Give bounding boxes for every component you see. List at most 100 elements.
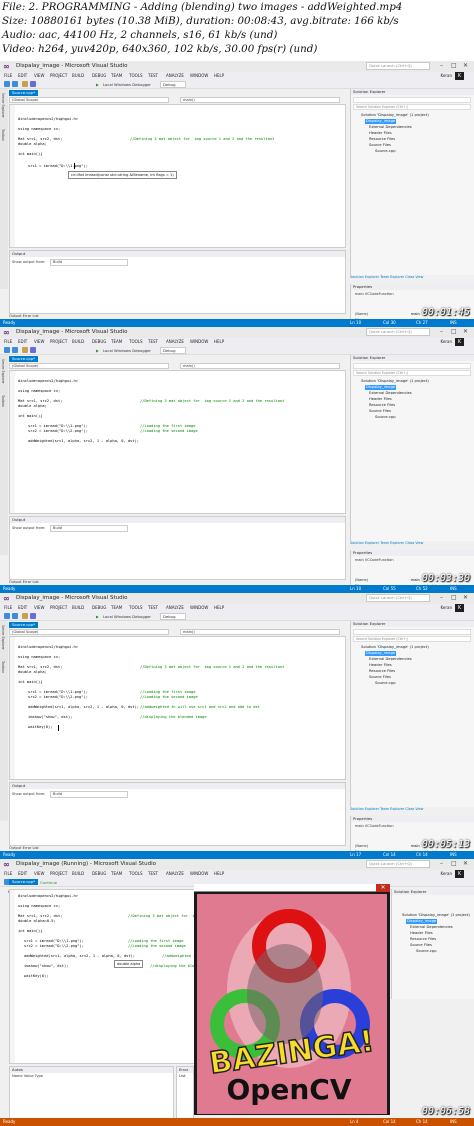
menu-team[interactable]: TEAM [111,871,122,877]
menu-view[interactable]: VIEW [34,605,44,611]
menu-test[interactable]: TEST [148,339,158,345]
tree-item[interactable]: Source Files [369,675,391,680]
se-tabs[interactable]: Solution Explorer Team Explorer Class Vi… [350,807,423,811]
se-search-input[interactable]: Search Solution Explorer (Ctrl+;) [353,370,471,376]
quick-launch-input[interactable]: Quick Launch (Ctrl+Q) [366,328,430,336]
menu-view[interactable]: VIEW [34,339,44,345]
menu-test[interactable]: TEST [148,871,158,877]
menu-test[interactable]: TEST [148,605,158,611]
open-file-icon[interactable] [22,347,28,353]
tree-item[interactable]: External Dependencies [369,125,412,130]
menu-team[interactable]: TEAM [111,73,122,79]
quick-launch-input[interactable]: Quick Launch (Ctrl+Q) [366,594,430,602]
menu-edit[interactable]: EDIT [18,339,27,345]
tree-item[interactable]: Header Files [369,663,392,668]
config-dropdown[interactable]: Debug [160,347,186,354]
nav-back-icon[interactable] [4,613,10,619]
se-toolbar[interactable] [353,629,471,635]
member-dropdown[interactable]: main() [180,97,340,103]
minimize-button[interactable]: – [440,594,443,602]
save-icon[interactable] [30,81,36,87]
menu-edit[interactable]: EDIT [18,73,27,79]
tab-toolbox[interactable]: Toolbox [1,395,5,407]
close-button[interactable]: ✕ [376,884,390,892]
close-button[interactable]: ✕ [463,328,468,336]
menu-build[interactable]: BUILD [72,73,84,79]
continue-button[interactable]: Continue [40,879,57,886]
output-panel[interactable]: Output Show output from: Build [9,250,346,314]
menu-project[interactable]: PROJECT [50,339,67,345]
tab-server-explorer[interactable]: Server Explorer [1,359,5,384]
menu-tools[interactable]: TOOLS [129,73,143,79]
solution-explorer[interactable]: Solution Explorer Search Solution Explor… [350,621,474,807]
maximize-button[interactable]: □ [451,860,457,868]
solution-explorer[interactable]: Solution Explorer Solution 'Dispalay_ima… [391,889,474,999]
menu-tools[interactable]: TOOLS [129,339,143,345]
member-dropdown[interactable]: main() [180,629,340,635]
tab-source-cpp[interactable]: Source.cpp* [9,622,39,628]
solution-explorer[interactable]: Solution Explorer Search Solution Explor… [350,89,474,275]
tab-toolbox[interactable]: Toolbox [1,661,5,673]
menu-debug[interactable]: DEBUG [92,339,106,345]
scope-dropdown[interactable]: (Global Scope) [9,363,169,369]
output-panel[interactable]: Output Show output from: Build [9,782,346,846]
menu-test[interactable]: TEST [148,73,158,79]
tree-item[interactable]: Header Files [369,131,392,136]
avatar[interactable]: K [455,72,464,80]
menu-edit[interactable]: EDIT [18,605,27,611]
menu-help[interactable]: HELP [214,339,224,345]
tree-item[interactable]: External Dependencies [369,391,412,396]
menu-analyze[interactable]: ANALYZE [166,871,184,877]
avatar[interactable]: K [455,870,464,878]
menu-file[interactable]: FILE [4,73,12,79]
open-file-icon[interactable] [22,81,28,87]
image-window-titlebar[interactable]: ✕ [194,884,390,892]
tree-item[interactable]: External Dependencies [369,657,412,662]
tree-item[interactable]: Resource Files [369,669,395,674]
menu-debug[interactable]: DEBUG [92,605,106,611]
maximize-button[interactable]: □ [451,328,457,336]
minimize-button[interactable]: – [440,860,443,868]
nav-back-icon[interactable] [4,347,10,353]
tree-item[interactable]: Source Files [369,409,391,414]
menu-build[interactable]: BUILD [72,871,84,877]
menu-build[interactable]: BUILD [72,605,84,611]
tree-item[interactable]: Dispalay_image [406,919,438,924]
nav-forward-icon[interactable] [12,81,18,87]
menu-tools[interactable]: TOOLS [129,605,143,611]
avatar[interactable]: K [455,604,464,612]
tree-item[interactable]: Resource Files [369,137,395,142]
start-debug-button[interactable]: ▶ [96,347,99,354]
output-source-select[interactable]: Build [50,791,128,798]
avatar[interactable]: K [455,338,464,346]
maximize-button[interactable]: □ [451,62,457,70]
menu-team[interactable]: TEAM [111,339,122,345]
output-source-select[interactable]: Build [50,525,128,532]
menu-help[interactable]: HELP [214,605,224,611]
user-name[interactable]: Keran [440,339,452,344]
menu-debug[interactable]: DEBUG [92,73,106,79]
tree-item[interactable]: Source.cpp [375,149,396,154]
tree-item[interactable]: Resource Files [369,403,395,408]
save-icon[interactable] [30,613,36,619]
code-editor[interactable]: #include<opencv2/highgui.h> using namespa… [9,104,346,248]
menu-debug[interactable]: DEBUG [92,871,106,877]
menu-help[interactable]: HELP [214,871,224,877]
autos-panel[interactable]: Autos Name Value Type [9,1066,174,1126]
close-button[interactable]: ✕ [463,594,468,602]
tree-item[interactable]: Dispalay_image [365,651,397,656]
menu-project[interactable]: PROJECT [50,73,67,79]
se-search-input[interactable]: Search Solution Explorer (Ctrl+;) [353,636,471,642]
scope-dropdown[interactable]: (Global Scope) [9,97,169,103]
scope-dropdown[interactable]: (Global Scope) [9,629,169,635]
maximize-button[interactable]: □ [451,594,457,602]
se-tabs[interactable]: Solution Explorer Team Explorer Class Vi… [350,541,423,545]
tree-item[interactable]: Source.cpp [375,415,396,420]
user-name[interactable]: Keran [440,605,452,610]
tree-item[interactable]: Resource Files [410,937,436,942]
user-name[interactable]: Keran [440,73,452,78]
tree-item[interactable]: Header Files [369,397,392,402]
menu-file[interactable]: FILE [4,871,12,877]
close-button[interactable]: ✕ [463,62,468,70]
tab-server-explorer[interactable]: Server Explorer [1,93,5,118]
